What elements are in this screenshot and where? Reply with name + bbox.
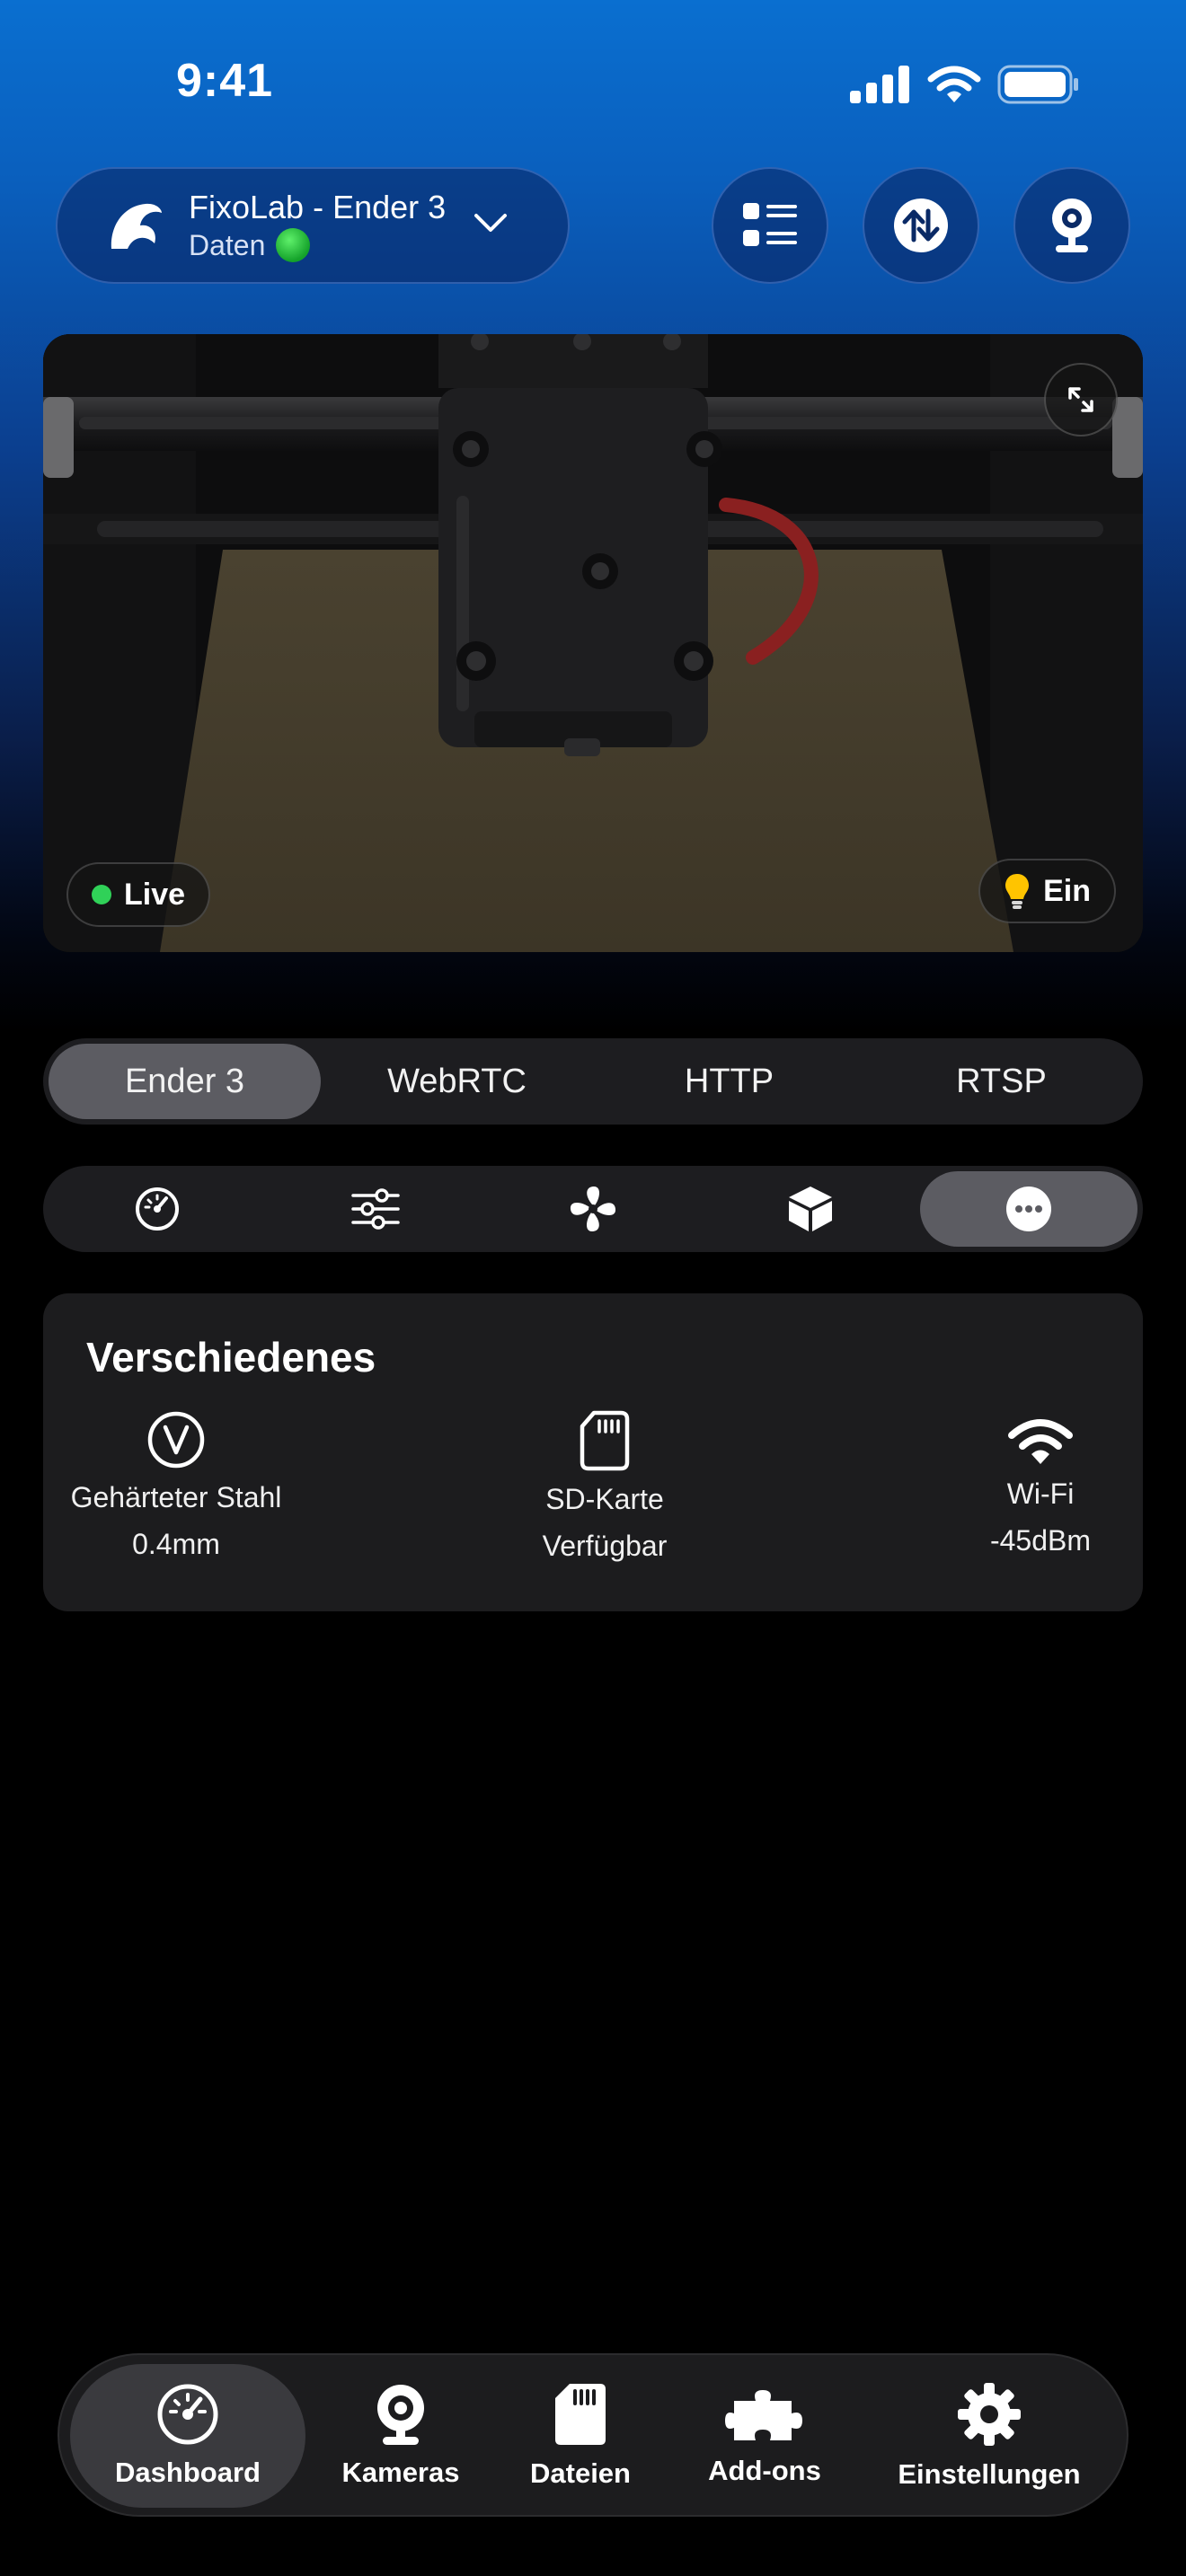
nav-cameras[interactable]: Kameras <box>320 2364 482 2508</box>
printer-text: FixoLab - Ender 3 Daten <box>189 188 446 263</box>
more-icon <box>1005 1187 1051 1231</box>
light-label: Ein <box>1043 873 1091 908</box>
transfer-button[interactable] <box>863 167 979 284</box>
nozzle-stat: Gehärteter Stahl 0.4mm <box>50 1410 302 1567</box>
stream-source-selector: Ender 3 WebRTC HTTP RTSP <box>43 1038 1143 1125</box>
dashboard-screen: 9:41 FixoLab - Ender 3 Daten Live Ein En… <box>0 0 1186 2576</box>
wifi-stat: Wi-Fi -45dBm <box>969 1417 1112 1564</box>
status-online-dot <box>276 228 311 262</box>
sliders-icon <box>350 1188 400 1230</box>
status-icons <box>850 65 1080 104</box>
wifi-status-icon <box>927 66 981 102</box>
transfer-arrows-icon <box>894 198 948 252</box>
wifi-icon <box>1008 1419 1073 1464</box>
misc-title: Verschiedenes <box>86 1334 376 1381</box>
wifi-signal: -45dBm <box>989 1524 1092 1557</box>
nav-addons-label: Add-ons <box>708 2455 821 2486</box>
misc-card: Verschiedenes Gehärteter Stahl 0.4mm SD-… <box>43 1293 1143 1611</box>
tab-overview[interactable] <box>49 1171 266 1247</box>
status-time: 9:41 <box>175 55 274 107</box>
bottom-nav: Dashboard Kameras Dateien Add-ons Einste… <box>58 2353 1128 2517</box>
live-dot <box>92 885 111 904</box>
cube-icon <box>789 1187 833 1231</box>
sd-card-stat: SD-Karte Verfügbar <box>519 1410 690 1569</box>
stream-tab-rtsp[interactable]: RTSP <box>865 1044 1137 1119</box>
printer-status-row: Daten <box>189 227 446 263</box>
nav-cameras-label: Kameras <box>341 2457 460 2488</box>
puzzle-icon <box>725 2390 802 2440</box>
webcam-icon <box>1052 198 1092 252</box>
camera-view[interactable]: Live Ein <box>43 334 1143 952</box>
list-icon <box>743 203 797 246</box>
stream-tab-http[interactable]: HTTP <box>593 1044 865 1119</box>
printer-name: FixoLab - Ender 3 <box>189 189 447 225</box>
nav-dashboard[interactable]: Dashboard <box>70 2364 305 2508</box>
stream-tab-webrtc[interactable]: WebRTC <box>321 1044 593 1119</box>
stream-tab-ender3[interactable]: Ender 3 <box>49 1044 321 1119</box>
tab-controls[interactable] <box>266 1171 483 1247</box>
nozzle-material: Gehärteter Stahl <box>70 1481 282 1513</box>
gauge-icon <box>157 2384 218 2445</box>
battery-icon <box>997 65 1078 104</box>
light-toggle[interactable]: Ein <box>978 859 1116 923</box>
cellular-signal-icon <box>850 66 909 103</box>
webcam-button[interactable] <box>1013 167 1130 284</box>
nav-dashboard-label: Dashboard <box>115 2457 261 2488</box>
printer-logo-icon <box>111 203 162 249</box>
nav-addons[interactable]: Add-ons <box>679 2364 850 2508</box>
sd-card-status: Verfügbar <box>542 1530 668 1562</box>
webcam-icon <box>377 2385 424 2445</box>
list-view-button[interactable] <box>712 167 828 284</box>
sd-card-icon <box>580 1410 630 1471</box>
nav-files[interactable]: Dateien <box>500 2364 661 2508</box>
expand-icon <box>1068 387 1093 412</box>
lightbulb-icon <box>1005 874 1030 909</box>
wifi-label: Wi-Fi <box>1006 1478 1075 1510</box>
sd-card-label: SD-Karte <box>545 1483 664 1515</box>
nozzle-v-icon <box>147 1411 205 1469</box>
live-label: Live <box>124 877 186 912</box>
camera-image <box>43 334 1143 952</box>
tab-filament[interactable] <box>702 1171 919 1247</box>
fan-icon <box>570 1186 616 1232</box>
gauge-icon <box>136 1187 180 1231</box>
chevron-down-icon <box>474 214 507 232</box>
live-badge: Live <box>66 862 211 927</box>
section-tab-bar <box>43 1166 1143 1252</box>
nav-settings-label: Einstellungen <box>898 2458 1081 2490</box>
sd-card-icon <box>555 2384 606 2445</box>
fullscreen-button[interactable] <box>1044 363 1118 437</box>
nav-files-label: Dateien <box>530 2457 631 2489</box>
printer-status-label: Daten <box>189 229 266 261</box>
printer-selector[interactable]: FixoLab - Ender 3 Daten <box>56 167 570 284</box>
tab-fans[interactable] <box>484 1171 702 1247</box>
tab-more[interactable] <box>919 1171 1138 1247</box>
nozzle-size: 0.4mm <box>132 1528 220 1560</box>
gear-icon <box>958 2383 1021 2446</box>
nav-settings[interactable]: Einstellungen <box>868 2364 1111 2508</box>
